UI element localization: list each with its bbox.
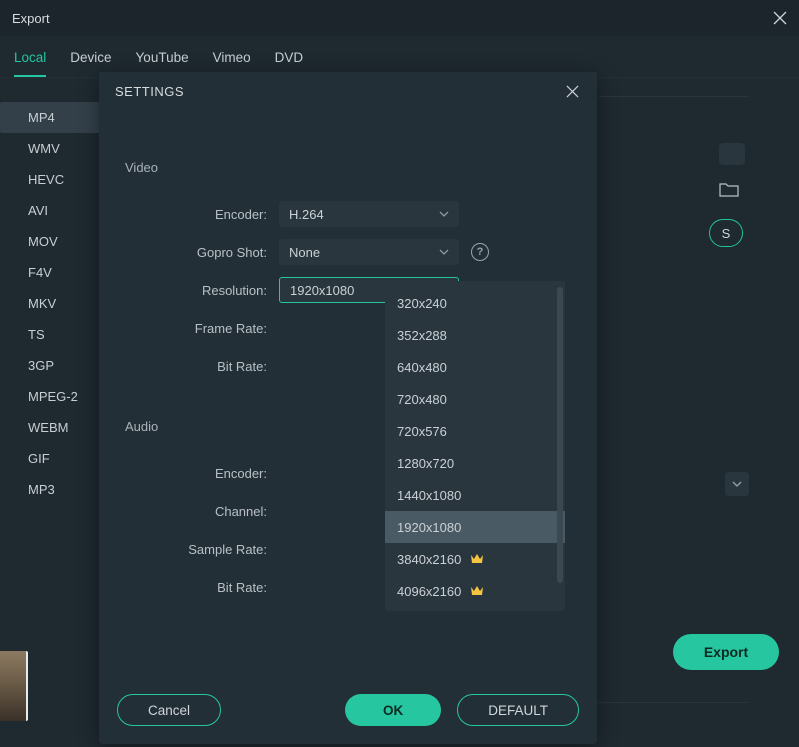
export-row: Export bbox=[673, 634, 779, 670]
label-sample-rate: Sample Rate: bbox=[115, 542, 279, 557]
label-gopro-shot: Gopro Shot: bbox=[115, 245, 279, 260]
resolution-option[interactable]: 4096x2160 bbox=[385, 575, 565, 607]
select-resolution-value: 1920x1080 bbox=[290, 283, 354, 298]
resolution-option[interactable]: 352x288 bbox=[385, 319, 565, 351]
resolution-option[interactable]: 1440x1080 bbox=[385, 479, 565, 511]
resolution-option-label: 1440x1080 bbox=[397, 488, 461, 503]
resolution-option[interactable]: 640x480 bbox=[385, 351, 565, 383]
format-item-ts[interactable]: TS bbox=[0, 319, 100, 350]
resolution-option-label: 640x480 bbox=[397, 360, 447, 375]
label-frame-rate: Frame Rate: bbox=[115, 321, 279, 336]
format-item-wmv[interactable]: WMV bbox=[0, 133, 100, 164]
format-item-3gp[interactable]: 3GP bbox=[0, 350, 100, 381]
resolution-option[interactable]: 1920x1080 bbox=[385, 511, 565, 543]
settings-buttons: Cancel OK DEFAULT bbox=[99, 694, 597, 744]
label-video-bit-rate: Bit Rate: bbox=[115, 359, 279, 374]
label-resolution: Resolution: bbox=[115, 283, 279, 298]
button-spacer bbox=[237, 694, 329, 726]
resolution-option-label: 1280x720 bbox=[397, 456, 454, 471]
settings-dialog: SETTINGS Video Encoder: H.264 Gopro Shot… bbox=[99, 72, 597, 744]
select-gopro-shot-value: None bbox=[289, 245, 320, 260]
format-item-gif[interactable]: GIF bbox=[0, 443, 100, 474]
label-audio-encoder: Encoder: bbox=[115, 466, 279, 481]
video-section-label: Video bbox=[125, 160, 581, 175]
bg-chip bbox=[719, 143, 745, 165]
row-gopro-shot: Gopro Shot: None ? bbox=[115, 233, 581, 271]
settings-title: SETTINGS bbox=[115, 84, 184, 99]
folder-icon[interactable] bbox=[719, 181, 739, 197]
select-gopro-shot[interactable]: None bbox=[279, 239, 459, 265]
format-item-f4v[interactable]: F4V bbox=[0, 257, 100, 288]
resolution-option[interactable]: 3840x2160 bbox=[385, 543, 565, 575]
background-ui: S bbox=[599, 96, 749, 247]
resolution-option-label: 1920x1080 bbox=[397, 520, 461, 535]
resolution-option-label: 352x288 bbox=[397, 328, 447, 343]
resolution-option-label: 3840x2160 bbox=[397, 552, 461, 567]
help-icon[interactable]: ? bbox=[471, 243, 489, 261]
resolution-option-label: 720x480 bbox=[397, 392, 447, 407]
label-video-encoder: Encoder: bbox=[115, 207, 279, 222]
chevron-down-icon bbox=[439, 249, 449, 255]
row-video-encoder: Encoder: H.264 bbox=[115, 195, 581, 233]
format-item-avi[interactable]: AVI bbox=[0, 195, 100, 226]
label-channel: Channel: bbox=[115, 504, 279, 519]
export-button[interactable]: Export bbox=[673, 634, 779, 670]
window-titlebar: Export bbox=[0, 0, 799, 36]
format-item-mpeg-2[interactable]: MPEG-2 bbox=[0, 381, 100, 412]
tab-local[interactable]: Local bbox=[14, 44, 46, 77]
label-audio-bit-rate: Bit Rate: bbox=[115, 580, 279, 595]
dropdown-scrollbar[interactable] bbox=[557, 287, 563, 583]
resolution-option-label: 320x240 bbox=[397, 296, 447, 311]
bg-settings-pill[interactable]: S bbox=[709, 219, 743, 247]
preview-thumbnail bbox=[0, 651, 28, 721]
resolution-option[interactable]: 1280x720 bbox=[385, 447, 565, 479]
default-button[interactable]: DEFAULT bbox=[457, 694, 579, 726]
crown-icon bbox=[469, 583, 485, 599]
format-item-mp4[interactable]: MP4 bbox=[0, 102, 100, 133]
resolution-option[interactable]: 720x480 bbox=[385, 383, 565, 415]
resolution-option-label: 720x576 bbox=[397, 424, 447, 439]
resolution-dropdown-list: 320x240 352x288 640x480 720x480 720x576 1280x… bbox=[385, 281, 565, 611]
resolution-option[interactable]: 320x240 bbox=[385, 287, 565, 319]
format-item-hevc[interactable]: HEVC bbox=[0, 164, 100, 195]
ok-button[interactable]: OK bbox=[345, 694, 441, 726]
settings-body: Video Encoder: H.264 Gopro Shot: None ? … bbox=[99, 110, 597, 694]
bg-select-caret[interactable] bbox=[725, 472, 749, 496]
window-title: Export bbox=[12, 11, 50, 26]
chevron-down-icon bbox=[439, 211, 449, 217]
format-item-mp3[interactable]: MP3 bbox=[0, 474, 100, 505]
resolution-option-label: 4096x2160 bbox=[397, 584, 461, 599]
window-close-button[interactable] bbox=[773, 11, 787, 25]
format-item-mkv[interactable]: MKV bbox=[0, 288, 100, 319]
resolution-option[interactable]: 720x576 bbox=[385, 415, 565, 447]
select-video-encoder[interactable]: H.264 bbox=[279, 201, 459, 227]
bg-separator bbox=[599, 96, 749, 97]
cancel-button[interactable]: Cancel bbox=[117, 694, 221, 726]
format-sidebar: MP4WMVHEVCAVIMOVF4VMKVTS3GPMPEG-2WEBMGIF… bbox=[0, 78, 100, 747]
settings-close-button[interactable] bbox=[566, 85, 579, 98]
resolution-dropdown: 320x240 352x288 640x480 720x480 720x576 1280x… bbox=[385, 281, 565, 611]
settings-header: SETTINGS bbox=[99, 72, 597, 110]
select-video-encoder-value: H.264 bbox=[289, 207, 324, 222]
format-item-mov[interactable]: MOV bbox=[0, 226, 100, 257]
format-item-webm[interactable]: WEBM bbox=[0, 412, 100, 443]
crown-icon bbox=[469, 551, 485, 567]
